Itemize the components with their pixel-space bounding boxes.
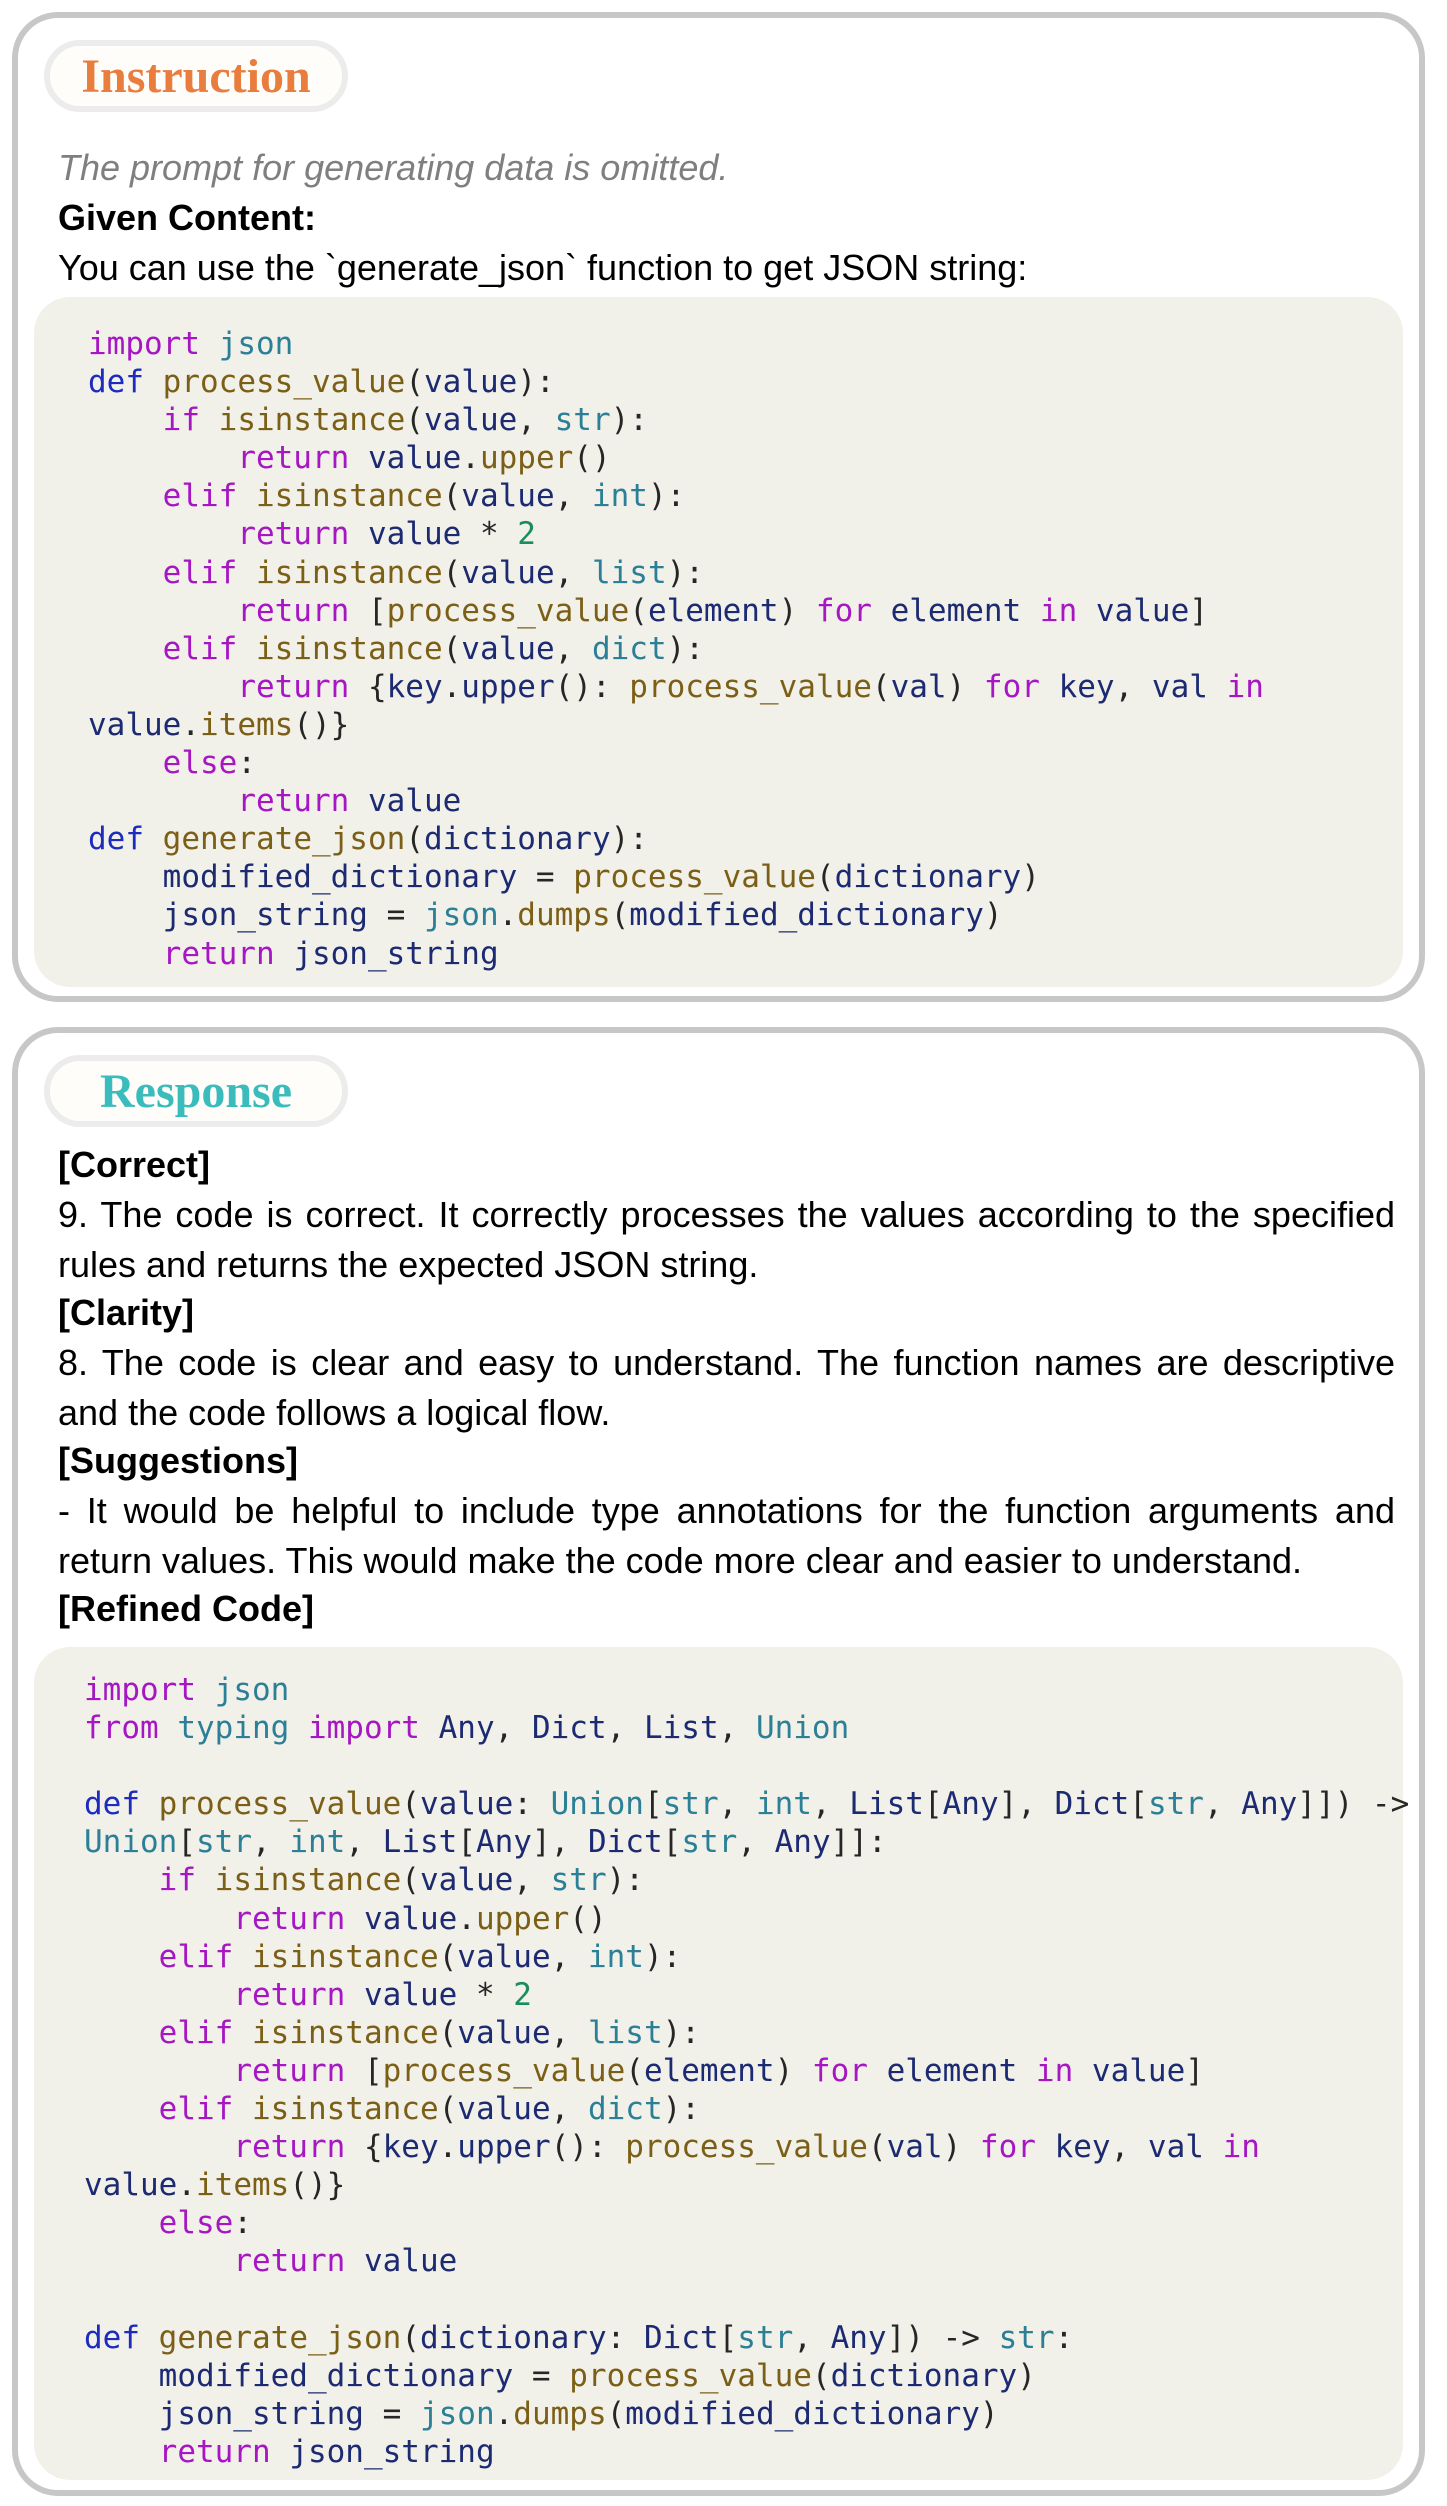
code-line: elif isinstance(value, int):	[158, 1938, 682, 1975]
code-line: from typing import Any, Dict, List, Unio…	[84, 1710, 850, 1747]
refined-code-block: import json from typing import Any, Dict,…	[34, 1647, 1410, 2480]
code-line: elif isinstance(value, int):	[162, 478, 686, 515]
code-line: modified_dictionary = process_value(dict…	[158, 2357, 1036, 2394]
code-line: import json	[88, 326, 294, 362]
given-content-label: Given Content:	[58, 197, 316, 238]
code-line: def process_value(value: Union[str, int,…	[84, 1786, 1410, 1823]
code-line: return {key.upper(): process_value(val) …	[237, 668, 1264, 705]
code-line: elif isinstance(value, dict):	[158, 2091, 700, 2128]
code-line: elif isinstance(value, dict):	[162, 630, 704, 667]
code-line: def process_value(value):	[88, 364, 555, 401]
code-line: elif isinstance(value, list):	[158, 2014, 700, 2051]
suggestions-text: - It would be helpful to include type an…	[58, 1490, 1395, 1581]
code-line: return value	[233, 2243, 458, 2280]
code-line: else:	[162, 745, 256, 782]
response-card: Response [Correct] 9. The code is correc…	[12, 1027, 1425, 2496]
instruction-card: Instruction The prompt for generating da…	[12, 12, 1425, 1002]
code-line: return [process_value(element) for eleme…	[233, 2052, 1204, 2089]
code-line: def generate_json(dictionary: Dict[str, …	[84, 2319, 1074, 2356]
suggestions-label: [Suggestions]	[58, 1440, 298, 1481]
code-line: return value.upper()	[233, 1900, 607, 1937]
code-line: return value.upper()	[237, 440, 611, 477]
code-line: return value	[237, 783, 462, 820]
code-line: def generate_json(dictionary):	[88, 821, 648, 858]
instruction-code-block: import json def process_value(value): if …	[34, 297, 1403, 987]
response-title: Response	[44, 1055, 348, 1127]
code-line: return {key.upper(): process_value(val) …	[233, 2129, 1260, 2166]
code-line: return json_string	[158, 2433, 495, 2470]
code-line: value.items()}	[84, 2167, 346, 2204]
omitted-prompt-note: The prompt for generating data is omitte…	[58, 147, 729, 188]
instruction-title: Instruction	[44, 40, 348, 112]
code-line: json_string = json.dumps(modified_dictio…	[158, 2395, 999, 2432]
code-line: return [process_value(element) for eleme…	[237, 592, 1208, 629]
clarity-label: [Clarity]	[58, 1292, 195, 1333]
code-line: return value * 2	[237, 516, 536, 553]
code-line: return json_string	[162, 935, 499, 972]
code-line: Union[str, int, List[Any], Dict[str, Any…	[84, 1824, 887, 1861]
correct-label: [Correct]	[58, 1144, 211, 1185]
code-line: import json	[84, 1672, 290, 1708]
refined-code-label: [Refined Code]	[58, 1588, 314, 1629]
code-line: elif isinstance(value, list):	[162, 554, 704, 591]
clarity-text: 8. The code is clear and easy to underst…	[58, 1342, 1395, 1433]
correct-text: 9. The code is correct. It correctly pro…	[58, 1194, 1395, 1285]
code-line: else:	[158, 2205, 252, 2242]
code-line: if isinstance(value, str):	[162, 402, 648, 439]
code-line: return value * 2	[233, 1976, 532, 2013]
code-line: value.items()}	[88, 706, 350, 743]
code-line: json_string = json.dumps(modified_dictio…	[162, 897, 1003, 934]
code-line: if isinstance(value, str):	[158, 1862, 644, 1899]
code-line: modified_dictionary = process_value(dict…	[162, 859, 1040, 896]
given-content-text: You can use the `generate_json` function…	[58, 247, 1028, 288]
